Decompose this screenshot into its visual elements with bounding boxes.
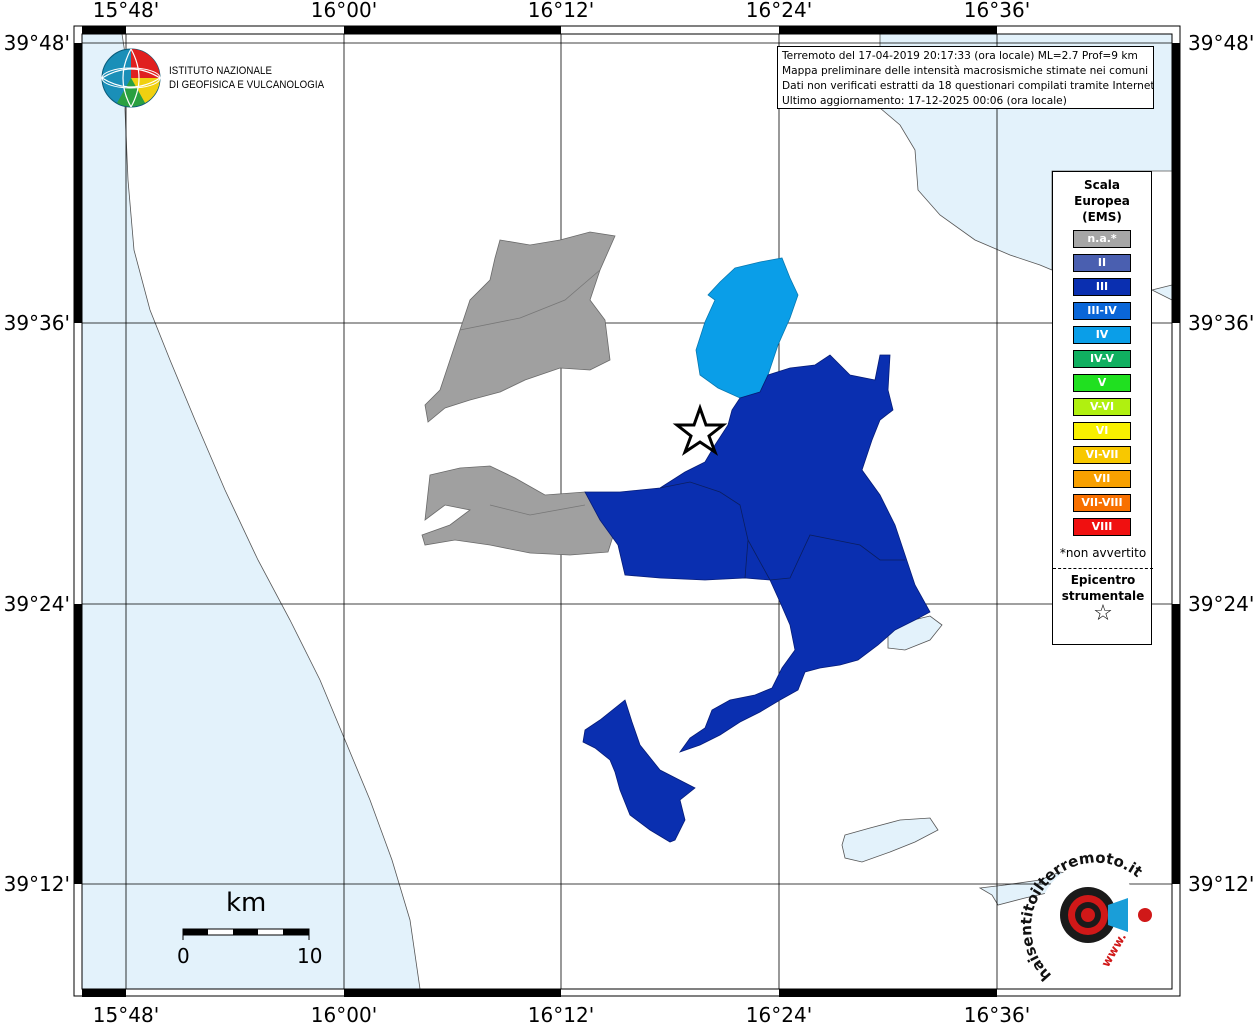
legend-epicenter: Epicentro strumentale ☆: [1053, 572, 1153, 626]
legend-title-line1: Scala: [1083, 178, 1121, 192]
legend-epicenter-line1: Epicentro: [1070, 573, 1136, 587]
event-info-line2: Mappa preliminare delle intensità macros…: [782, 65, 1149, 77]
top-lon-4: 16°24': [746, 0, 812, 22]
scale-start: 0: [177, 944, 190, 968]
left-lat-4: 39°12': [4, 872, 70, 896]
event-info-box: Terremoto del 17-04-2019 20:17:33 (ora l…: [777, 46, 1154, 109]
right-lat-3: 39°24': [1188, 592, 1254, 616]
legend-item: VI: [1073, 422, 1131, 440]
legend-item: IV-V: [1073, 350, 1131, 368]
bottom-lon-1: 15°48': [93, 1003, 159, 1024]
legend-item: III-IV: [1073, 302, 1131, 320]
legend-item: VIII: [1073, 518, 1131, 536]
legend-title-line3: (EMS): [1082, 210, 1122, 224]
left-lat-3: 39°24': [4, 592, 70, 616]
bottom-lon-2: 16°00': [311, 1003, 377, 1024]
right-lat-1: 39°48': [1188, 31, 1254, 55]
left-lat-1: 39°48': [4, 31, 70, 55]
left-lat-2: 39°36': [4, 311, 70, 335]
institute-name-line1: ISTITUTO NAZIONALE: [169, 65, 273, 77]
right-lat-4: 39°12': [1188, 872, 1254, 896]
legend-item: n.a.*: [1073, 230, 1131, 248]
event-info-line1: Terremoto del 17-04-2019 20:17:33 (ora l…: [782, 50, 1138, 62]
legend-separator: [1053, 568, 1153, 569]
legend-item: V-VI: [1073, 398, 1131, 416]
right-lat-2: 39°36': [1188, 311, 1254, 335]
institute-name-line2: DI GEOFISICA E VULCANOLOGIA: [169, 79, 325, 91]
legend-title: Scala Europea (EMS): [1053, 177, 1151, 225]
legend-item: VI-VII: [1073, 446, 1131, 464]
event-info-line3: Dati non verificati estratti da 18 quest…: [782, 80, 1154, 92]
top-lon-2: 16°00': [311, 0, 377, 22]
legend-item: IV: [1073, 326, 1131, 344]
institute-name: ISTITUTO NAZIONALE DI GEOFISICA E VULCAN…: [169, 64, 324, 92]
legend-item: III: [1073, 278, 1131, 296]
intensity-map: 15°48' 16°00' 16°12' 16°24' 16°36' 15°48…: [0, 0, 1254, 1027]
ingv-logo-icon: [101, 48, 161, 108]
ems-legend: Scala Europea (EMS) n.a.* II III III-IV IV IV…: [1052, 171, 1153, 645]
scale-unit: km: [226, 888, 267, 918]
legend-star-icon: ☆: [1093, 601, 1113, 626]
legend-note: *non avvertito: [1059, 546, 1147, 560]
legend-item: V: [1073, 374, 1131, 392]
bottom-lon-4: 16°24': [746, 1003, 812, 1024]
bottom-lon-5: 16°36': [964, 1003, 1030, 1024]
top-lon-5: 16°36': [964, 0, 1030, 22]
top-lon-1: 15°48': [93, 0, 159, 22]
legend-item: II: [1073, 254, 1131, 272]
bottom-lon-3: 16°12': [528, 1003, 594, 1024]
legend-item: VII: [1073, 470, 1131, 488]
legend-item: VII-VIII: [1073, 494, 1131, 512]
scale-end: 10: [297, 944, 323, 968]
legend-title-line2: Europea: [1074, 194, 1130, 208]
top-lon-3: 16°12': [528, 0, 594, 22]
event-info-line4: Ultimo aggiornamento: 17-12-2025 00:06 (…: [782, 95, 1067, 107]
